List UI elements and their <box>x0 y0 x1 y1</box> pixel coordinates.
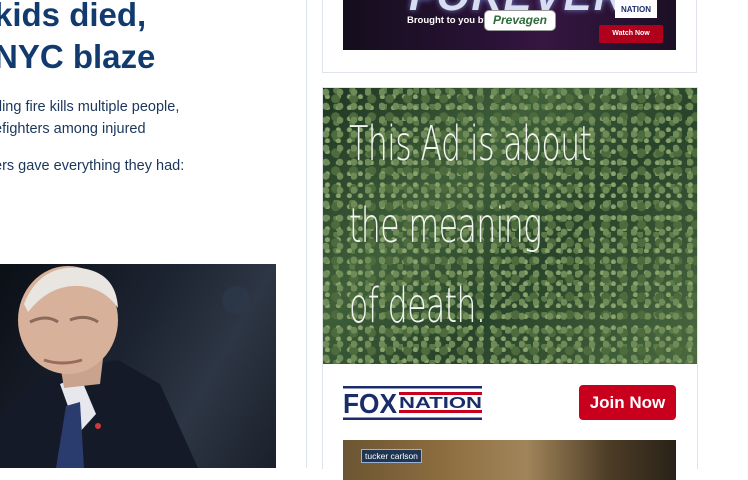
ad-video-media[interactable]: This Ad is about the meaning of death. <box>323 88 697 364</box>
ad-text-line-2: the meaning <box>349 198 542 254</box>
watch-now-button[interactable]: Watch Now <box>599 25 663 43</box>
top-ad-container: FOREVER Brought to you by Prevagen NATIO… <box>322 0 697 73</box>
fox-nation-logo[interactable]: FOX NATION <box>343 386 482 420</box>
prevagen-logo: Prevagen <box>484 10 556 31</box>
headline-line-1[interactable]: kids died, <box>0 0 306 36</box>
fox-nation-badge: NATION <box>615 0 657 18</box>
ad-text-line-3: of death. <box>349 278 486 334</box>
headline-line-2[interactable]: NYC blaze <box>0 36 306 78</box>
column-divider <box>306 0 307 468</box>
logo-word-fox: FOX <box>343 388 397 419</box>
ad-text-line-1: This Ad is about <box>349 116 592 172</box>
banner-brought-by: Brought to you by <box>407 15 489 26</box>
president-portrait-image <box>0 266 250 468</box>
article-column: kids died, NYC blaze ding fire kills mul… <box>0 0 306 468</box>
thumbnail-show-tag: tucker carlson <box>361 449 422 463</box>
article-headline[interactable]: kids died, NYC blaze <box>0 0 306 78</box>
top-banner-ad[interactable]: FOREVER Brought to you by Prevagen NATIO… <box>343 0 676 50</box>
sidebar-ad-rail: FOREVER Brought to you by Prevagen NATIO… <box>322 0 698 480</box>
article-dek: ding fire kills multiple people, efighte… <box>0 96 306 140</box>
fox-nation-ad: This Ad is about the meaning of death. F… <box>322 87 698 480</box>
article-teaser[interactable]: ers gave everything they had: <box>0 155 184 177</box>
article-photo[interactable] <box>0 264 276 468</box>
join-now-button[interactable]: Join Now <box>579 385 676 420</box>
video-thumbnail[interactable]: tucker carlson <box>343 440 676 480</box>
logo-word-nation: NATION <box>399 395 482 412</box>
dek-line-2: efighters among injured <box>0 121 146 137</box>
dek-line-1: ding fire kills multiple people, <box>0 99 180 115</box>
